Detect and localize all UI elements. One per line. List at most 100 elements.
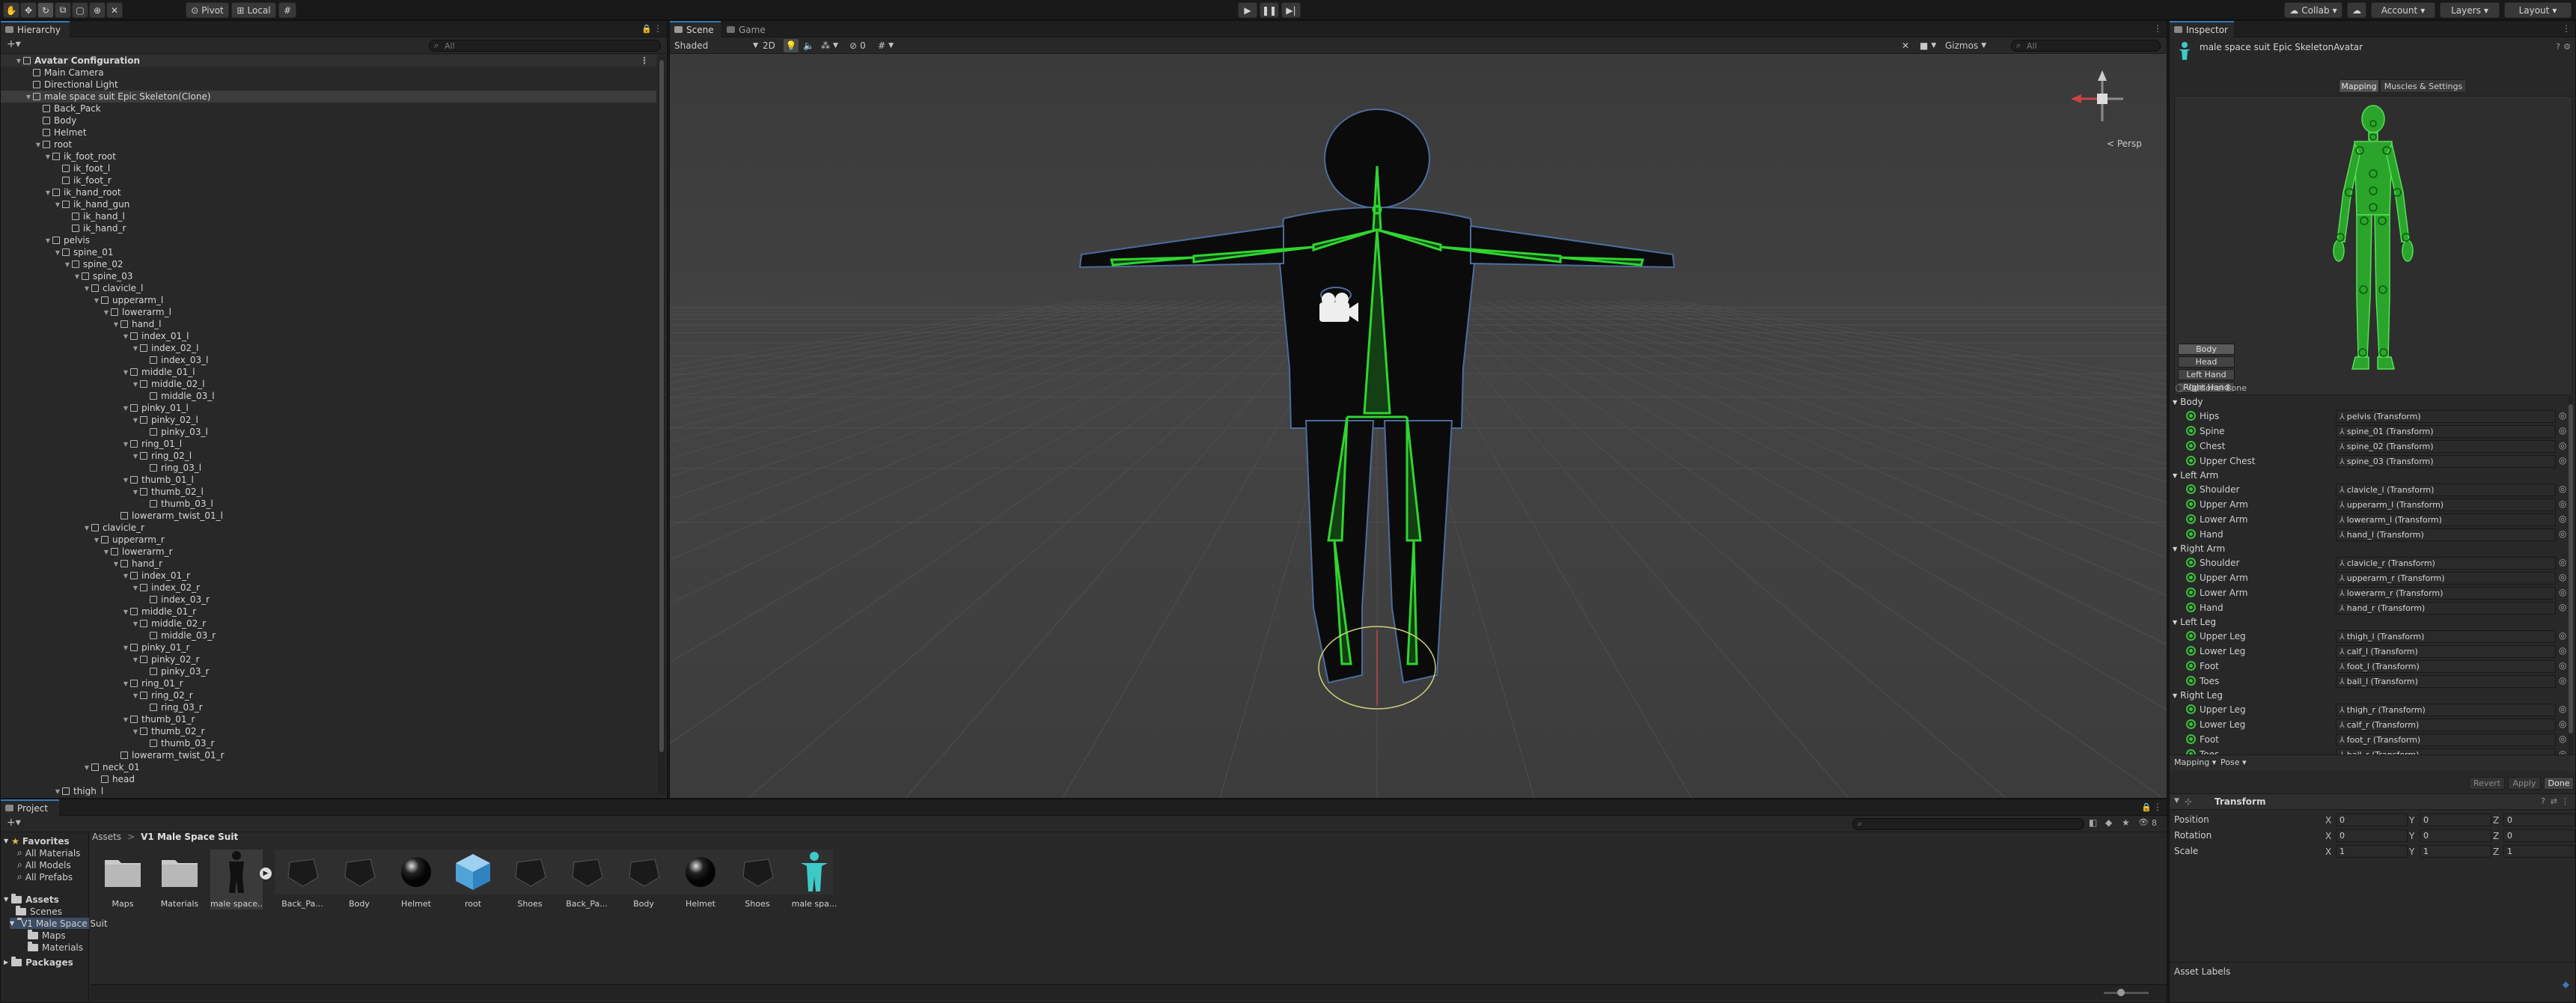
transform-z-field[interactable]: Z0 xyxy=(2493,829,2575,842)
hierarchy-row[interactable]: ik_foot_r xyxy=(1,174,656,186)
hierarchy-row[interactable]: ▼ clavicle_r xyxy=(1,522,656,534)
asset-tile[interactable]: Shoes xyxy=(731,850,784,909)
hierarchy-row[interactable]: ▼ male space suit Epic Skeleton(Clone) xyxy=(1,91,656,103)
hierarchy-row[interactable]: index_03_l xyxy=(1,354,656,366)
object-picker-icon[interactable]: ◎ xyxy=(2559,484,2566,494)
hierarchy-row[interactable]: head xyxy=(1,773,656,785)
asset-tile[interactable]: Materials xyxy=(153,850,206,909)
hierarchy-row[interactable]: ▼ spine_03 xyxy=(1,270,656,282)
asset-tile[interactable]: Helmet xyxy=(674,850,727,909)
transform-z-field[interactable]: Z0 xyxy=(2493,814,2575,826)
tab-hierarchy[interactable]: Hierarchy xyxy=(1,21,70,37)
hierarchy-row[interactable]: ▼ pelvis xyxy=(1,234,656,246)
transform-header[interactable]: ▼ ⊹ Transform ? ⇄ ⋮ xyxy=(2170,793,2575,810)
custom-tool-button[interactable]: ✕ xyxy=(106,2,123,18)
object-picker-icon[interactable]: ◎ xyxy=(2559,410,2566,421)
hierarchy-row[interactable]: Back_Pack xyxy=(1,103,656,115)
object-picker-icon[interactable]: ◎ xyxy=(2559,425,2566,436)
bone-transform-field[interactable]: ⅄ upperarm_l (Transform) xyxy=(2336,499,2556,511)
bone-list-scrollbar[interactable] xyxy=(2569,397,2573,756)
pivot-toggle[interactable]: ⊙ Pivot xyxy=(186,2,229,18)
expand-arrow-icon[interactable]: ▼ xyxy=(92,297,101,304)
bone-group-header[interactable]: ▼ Right Leg xyxy=(2173,689,2223,702)
expand-arrow-icon[interactable]: ▼ xyxy=(43,237,52,244)
object-picker-icon[interactable]: ◎ xyxy=(2559,528,2566,539)
transform-x-field[interactable]: X0 xyxy=(2325,814,2408,826)
expand-arrow-icon[interactable]: ▼ xyxy=(131,453,140,460)
collab-button[interactable]: ☁ Collab ▾ xyxy=(2284,2,2342,18)
hierarchy-row[interactable]: Body xyxy=(1,115,656,126)
bone-transform-field[interactable]: ⅄ calf_l (Transform) xyxy=(2336,645,2556,658)
bone-transform-field[interactable]: ⅄ spine_03 (Transform) xyxy=(2336,455,2556,468)
object-picker-icon[interactable]: ◎ xyxy=(2559,645,2566,656)
bone-transform-field[interactable]: ⅄ ball_l (Transform) xyxy=(2336,675,2556,688)
bone-transform-field[interactable]: ⅄ clavicle_l (Transform) xyxy=(2336,484,2556,496)
object-picker-icon[interactable]: ◎ xyxy=(2559,587,2566,597)
hierarchy-row[interactable]: ▼ clavicle_l xyxy=(1,282,656,294)
kebab-menu-icon[interactable]: ⋮ xyxy=(653,23,662,34)
hand-tool-button[interactable]: ✋ xyxy=(3,2,19,18)
transform-x-field[interactable]: X0 xyxy=(2325,829,2408,842)
settings-gear-icon[interactable]: ⚙ xyxy=(2563,42,2571,52)
camera-settings-button[interactable]: ■ ▼ xyxy=(1920,39,1936,52)
cloud-button[interactable]: ☁ xyxy=(2347,2,2366,18)
pose-dropdown[interactable]: Pose ▾ xyxy=(2221,757,2247,767)
object-picker-icon[interactable]: ◎ xyxy=(2559,704,2566,714)
play-button[interactable]: ▶ xyxy=(1238,2,1257,18)
tab-game[interactable]: Game xyxy=(722,21,773,37)
bone-group-header[interactable]: ▼ Left Leg xyxy=(2173,615,2216,629)
hierarchy-row[interactable]: ▼ hand_r xyxy=(1,558,656,570)
bone-group-header[interactable]: ▼ Body xyxy=(2173,395,2203,409)
body-part-button[interactable]: Body xyxy=(2178,344,2235,355)
audio-toggle[interactable]: 🔈 xyxy=(803,39,814,52)
hierarchy-row[interactable]: ▼ hand_l xyxy=(1,318,656,330)
hierarchy-row[interactable]: ▼ thumb_02_l xyxy=(1,486,656,498)
bone-transform-field[interactable]: ⅄ lowerarm_l (Transform) xyxy=(2336,513,2556,526)
projection-label[interactable]: < Persp xyxy=(2107,138,2142,149)
scene-viewport[interactable]: < Persp xyxy=(670,54,2167,798)
lighting-toggle[interactable]: 💡 xyxy=(784,39,799,52)
transform-y-field[interactable]: Y0 xyxy=(2409,829,2491,842)
hierarchy-row[interactable]: ▼ ik_foot_root xyxy=(1,150,656,162)
mapping-dropdown[interactable]: Mapping ▾ xyxy=(2174,757,2216,767)
effects-dropdown[interactable]: ⁂ ▼ xyxy=(821,39,838,52)
kebab-menu-icon[interactable]: ⋮ xyxy=(2562,23,2571,34)
avatar-figure[interactable] xyxy=(2321,103,2426,387)
expand-arrow-icon[interactable]: ▼ xyxy=(121,333,130,340)
hierarchy-row[interactable]: ▼ lowerarm_l xyxy=(1,306,656,318)
hierarchy-row[interactable]: ▼ thumb_02_r xyxy=(1,725,656,737)
grid-snap-button[interactable]: # xyxy=(278,2,296,18)
bone-transform-field[interactable]: ⅄ calf_r (Transform) xyxy=(2336,719,2556,731)
hierarchy-row[interactable]: Directional Light xyxy=(1,79,656,91)
expand-arrow-icon[interactable]: ▼ xyxy=(43,189,52,196)
hierarchy-row[interactable]: lowerarm_twist_01_l xyxy=(1,510,656,522)
asset-tile[interactable]: male space... xyxy=(210,850,263,909)
bone-transform-field[interactable]: ⅄ foot_r (Transform) xyxy=(2336,734,2556,746)
hierarchy-row[interactable]: ▼ upperarm_l xyxy=(1,294,656,306)
bone-transform-field[interactable]: ⅄ spine_01 (Transform) xyxy=(2336,425,2556,438)
account-dropdown[interactable]: Account ▾ xyxy=(2371,2,2435,18)
expand-arrow-icon[interactable]: ▼ xyxy=(131,656,140,663)
tab-muscles-settings[interactable]: Muscles & Settings xyxy=(2380,79,2467,93)
asset-tile[interactable]: male spa... xyxy=(788,850,840,909)
bone-transform-field[interactable]: ⅄ hand_r (Transform) xyxy=(2336,602,2556,615)
hierarchy-search-input[interactable]: ⌕ All xyxy=(429,40,661,52)
expand-arrow-icon[interactable]: ▼ xyxy=(112,561,120,567)
expand-arrow-icon[interactable]: ▼ xyxy=(121,680,130,687)
hierarchy-row[interactable]: ▼ ik_hand_gun xyxy=(1,198,656,210)
hierarchy-row[interactable]: ▼ lowerarm_r xyxy=(1,546,656,558)
hierarchy-row[interactable]: pinky_03_r xyxy=(1,665,656,677)
hierarchy-row[interactable]: ▼ Avatar Configuration ⋮ xyxy=(1,55,656,67)
hierarchy-row[interactable]: ▼ upperarm_r xyxy=(1,534,656,546)
expand-arrow-icon[interactable]: ▼ xyxy=(53,201,62,208)
hierarchy-row[interactable]: ▼ ring_02_r xyxy=(1,689,656,701)
tab-mapping[interactable]: Mapping xyxy=(2339,79,2379,93)
hierarchy-row[interactable]: ▼ spine_02 xyxy=(1,258,656,270)
transform-z-field[interactable]: Z1 xyxy=(2493,845,2575,858)
asset-tile[interactable]: Shoes xyxy=(504,850,556,909)
help-icon[interactable]: ? xyxy=(2541,796,2545,806)
expand-arrow-icon[interactable]: ▼ xyxy=(131,728,140,735)
expand-arrow-icon[interactable]: ▼ xyxy=(53,249,62,256)
bone-transform-field[interactable]: ⅄ thigh_l (Transform) xyxy=(2336,630,2556,643)
asset-tile[interactable]: Maps xyxy=(97,850,149,909)
